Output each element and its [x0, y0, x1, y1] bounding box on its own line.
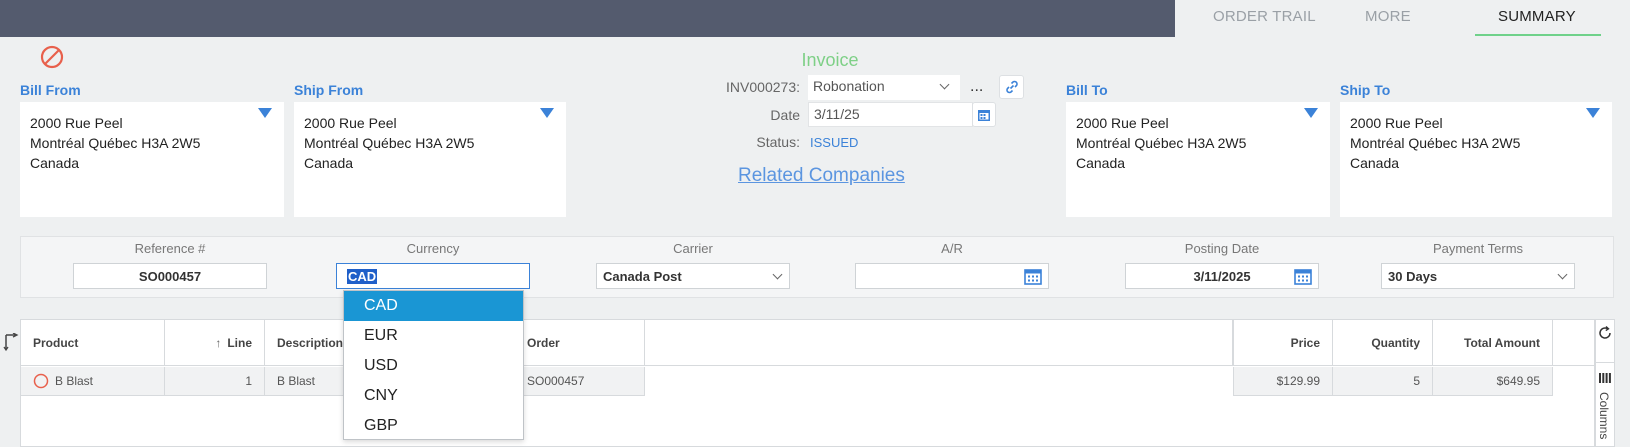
currency-value: CAD [347, 268, 378, 284]
date-value: 3/11/25 [814, 106, 860, 122]
columns-panel-toggle[interactable]: Columns [1597, 392, 1611, 439]
bill-to-line2: Montréal Québec H3A 2W5 [1076, 135, 1247, 151]
tab-order-trail[interactable]: ORDER TRAIL [1213, 8, 1316, 25]
ship-to-line3: Canada [1350, 155, 1400, 171]
bill-to-label: Bill To [1066, 82, 1108, 98]
cell-price[interactable]: $129.99 [1233, 367, 1333, 396]
status-label: Status: [756, 134, 800, 150]
more-options-button[interactable]: ... [970, 78, 983, 96]
ship-to-box[interactable]: 2000 Rue Peel Montréal Québec H3A 2W5 Ca… [1340, 102, 1612, 217]
ship-from-box[interactable]: 2000 Rue Peel Montréal Québec H3A 2W5 Ca… [294, 102, 566, 217]
row-group-icon[interactable] [3, 333, 19, 353]
related-companies-link[interactable]: Related Companies [738, 165, 905, 187]
currency-option-cad[interactable]: CAD [344, 291, 523, 321]
posting-date-value: 3/11/2025 [1193, 268, 1251, 284]
bill-from-label: Bill From [20, 82, 81, 98]
currency-option-usd[interactable]: USD [344, 351, 523, 381]
reference-value: SO000457 [138, 268, 202, 284]
posting-date-input[interactable]: 3/11/2025 [1125, 263, 1319, 289]
refresh-icon[interactable] [1597, 325, 1613, 341]
top-bar [0, 0, 1175, 37]
column-header-quantity[interactable]: Quantity [1333, 320, 1433, 366]
company-select[interactable]: Robonation [808, 75, 960, 100]
ship-from-line2: Montréal Québec H3A 2W5 [304, 135, 475, 151]
bill-to-line3: Canada [1076, 155, 1126, 171]
invoice-title: Invoice [801, 50, 859, 70]
active-tab-indicator [1475, 34, 1601, 36]
company-value: Robonation [813, 78, 885, 94]
cell-total[interactable]: $649.95 [1433, 367, 1553, 396]
payment-terms-label: Payment Terms [1432, 241, 1524, 256]
calendar-icon [978, 109, 990, 121]
column-header-blank [645, 320, 1233, 366]
ship-from-line3: Canada [304, 155, 354, 171]
ship-to-dropdown-icon[interactable] [1586, 108, 1600, 118]
ar-label: A/R [941, 241, 963, 256]
status-value: ISSUED [810, 135, 859, 150]
payment-terms-select[interactable]: 30 Days [1381, 263, 1575, 289]
posting-date-label: Posting Date [1184, 241, 1260, 256]
chevron-down-icon [939, 79, 950, 90]
tab-more[interactable]: MORE [1365, 8, 1411, 25]
rail-divider [1595, 362, 1615, 363]
invoice-number-label: INV000273: [726, 79, 800, 95]
reference-input[interactable]: SO000457 [73, 263, 267, 289]
ship-from-dropdown-icon[interactable] [540, 108, 554, 118]
date-label: Date [770, 107, 800, 123]
cell-product-value: B Blast [55, 374, 94, 388]
cell-line[interactable]: 1 [165, 367, 265, 396]
date-input[interactable]: 3/11/25 [808, 102, 973, 127]
currency-input[interactable]: CAD [336, 263, 530, 289]
reference-label: Reference # [134, 241, 206, 256]
bill-from-line1: 2000 Rue Peel [30, 115, 123, 131]
bill-from-line2: Montréal Québec H3A 2W5 [30, 135, 201, 151]
carrier-select[interactable]: Canada Post [596, 263, 790, 289]
bill-to-dropdown-icon[interactable] [1304, 108, 1318, 118]
column-header-product[interactable]: Product [21, 320, 165, 366]
payment-terms-value: 30 Days [1388, 268, 1438, 284]
ship-from-line1: 2000 Rue Peel [304, 115, 397, 131]
ship-to-line2: Montréal Québec H3A 2W5 [1350, 135, 1521, 151]
currency-option-gbp[interactable]: GBP [344, 411, 523, 441]
link-icon [1005, 80, 1018, 94]
bill-from-dropdown-icon[interactable] [258, 108, 272, 118]
chevron-down-icon [1557, 269, 1568, 280]
ar-input[interactable] [855, 263, 1049, 289]
column-header-order[interactable]: Order [515, 320, 645, 366]
cell-order[interactable]: SO000457 [515, 367, 645, 396]
bill-from-line3: Canada [30, 155, 80, 171]
bill-to-line1: 2000 Rue Peel [1076, 115, 1169, 131]
cancel-icon[interactable] [40, 45, 64, 69]
currency-option-eur[interactable]: EUR [344, 321, 523, 351]
bill-to-box[interactable]: 2000 Rue Peel Montréal Québec H3A 2W5 Ca… [1066, 102, 1330, 217]
chevron-down-icon [772, 269, 783, 280]
date-picker-button[interactable] [972, 102, 996, 127]
status-circle-icon [33, 373, 49, 389]
column-header-price[interactable]: Price [1233, 320, 1333, 366]
bill-from-box[interactable]: 2000 Rue Peel Montréal Québec H3A 2W5 Ca… [20, 102, 284, 217]
ship-to-label: Ship To [1340, 82, 1391, 98]
columns-icon[interactable] [1599, 373, 1611, 383]
tab-summary[interactable]: SUMMARY [1498, 8, 1576, 25]
cell-product[interactable]: B Blast [21, 367, 165, 396]
carrier-label: Carrier [673, 241, 713, 256]
cell-quantity[interactable]: 5 [1333, 367, 1433, 396]
ship-from-label: Ship From [294, 82, 364, 98]
carrier-value: Canada Post [603, 268, 682, 284]
calendar-icon[interactable] [1024, 268, 1042, 285]
ship-to-line1: 2000 Rue Peel [1350, 115, 1443, 131]
grid-header: Product ↑ Line Description Order Price Q… [21, 320, 1594, 366]
calendar-icon[interactable] [1294, 268, 1312, 285]
currency-label: Currency [406, 241, 460, 256]
column-header-line-label: Line [227, 336, 252, 350]
link-button[interactable] [999, 75, 1024, 99]
column-header-total[interactable]: Total Amount [1433, 320, 1553, 366]
currency-option-cny[interactable]: CNY [344, 381, 523, 411]
sort-up-icon: ↑ [215, 336, 222, 350]
currency-dropdown-list: CAD EUR USD CNY GBP [343, 290, 524, 440]
column-header-line[interactable]: ↑ Line [165, 320, 265, 366]
line-items-grid: Product ↑ Line Description Order Price Q… [20, 319, 1595, 447]
